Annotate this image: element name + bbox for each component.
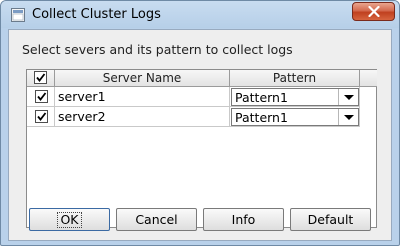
pattern-dropdown[interactable]: Pattern1 — [231, 108, 359, 126]
row-checkbox[interactable] — [35, 110, 48, 123]
instruction-text: Select severs and its pattern to collect… — [22, 42, 293, 57]
header-pattern[interactable]: Pattern — [230, 70, 360, 87]
pattern-cell: Pattern1 — [230, 87, 360, 107]
checkmark-icon — [37, 92, 47, 101]
collect-cluster-logs-dialog: Collect Cluster Logs Select severs and i… — [0, 0, 400, 246]
app-icon — [11, 8, 25, 22]
select-all-checkbox[interactable] — [34, 71, 47, 84]
table-row[interactable]: server2 Pattern1 — [27, 107, 360, 127]
header-select-all[interactable] — [27, 70, 55, 87]
row-check-cell — [27, 107, 55, 127]
default-button[interactable]: Default — [290, 208, 371, 231]
header-corner — [360, 70, 377, 87]
dropdown-arrow-icon[interactable] — [338, 109, 358, 125]
pattern-dropdown-value: Pattern1 — [235, 110, 288, 125]
pattern-cell: Pattern1 — [230, 107, 360, 127]
row-check-cell — [27, 87, 55, 107]
header-server-name[interactable]: Server Name — [55, 70, 230, 87]
ok-button-label: OK — [57, 212, 82, 228]
checkmark-icon — [37, 112, 47, 121]
ok-button[interactable]: OK — [29, 208, 110, 231]
close-icon — [367, 6, 380, 17]
title-bar[interactable]: Collect Cluster Logs — [1, 1, 399, 28]
pattern-dropdown-value: Pattern1 — [235, 90, 288, 105]
row-checkbox[interactable] — [35, 90, 48, 103]
table-row[interactable]: server1 Pattern1 — [27, 87, 360, 107]
dropdown-arrow-icon[interactable] — [338, 89, 358, 105]
server-name-cell: server2 — [55, 107, 230, 127]
window-title: Collect Cluster Logs — [32, 7, 161, 22]
server-table: Server Name Pattern server1 Pattern1 ser… — [26, 69, 377, 228]
close-button[interactable] — [352, 2, 395, 21]
server-name-cell: server1 — [55, 87, 230, 107]
cancel-button[interactable]: Cancel — [116, 208, 197, 231]
pattern-dropdown[interactable]: Pattern1 — [231, 88, 359, 106]
dialog-content: Select severs and its pattern to collect… — [8, 29, 392, 241]
checkmark-icon — [36, 73, 46, 82]
info-button[interactable]: Info — [203, 208, 284, 231]
